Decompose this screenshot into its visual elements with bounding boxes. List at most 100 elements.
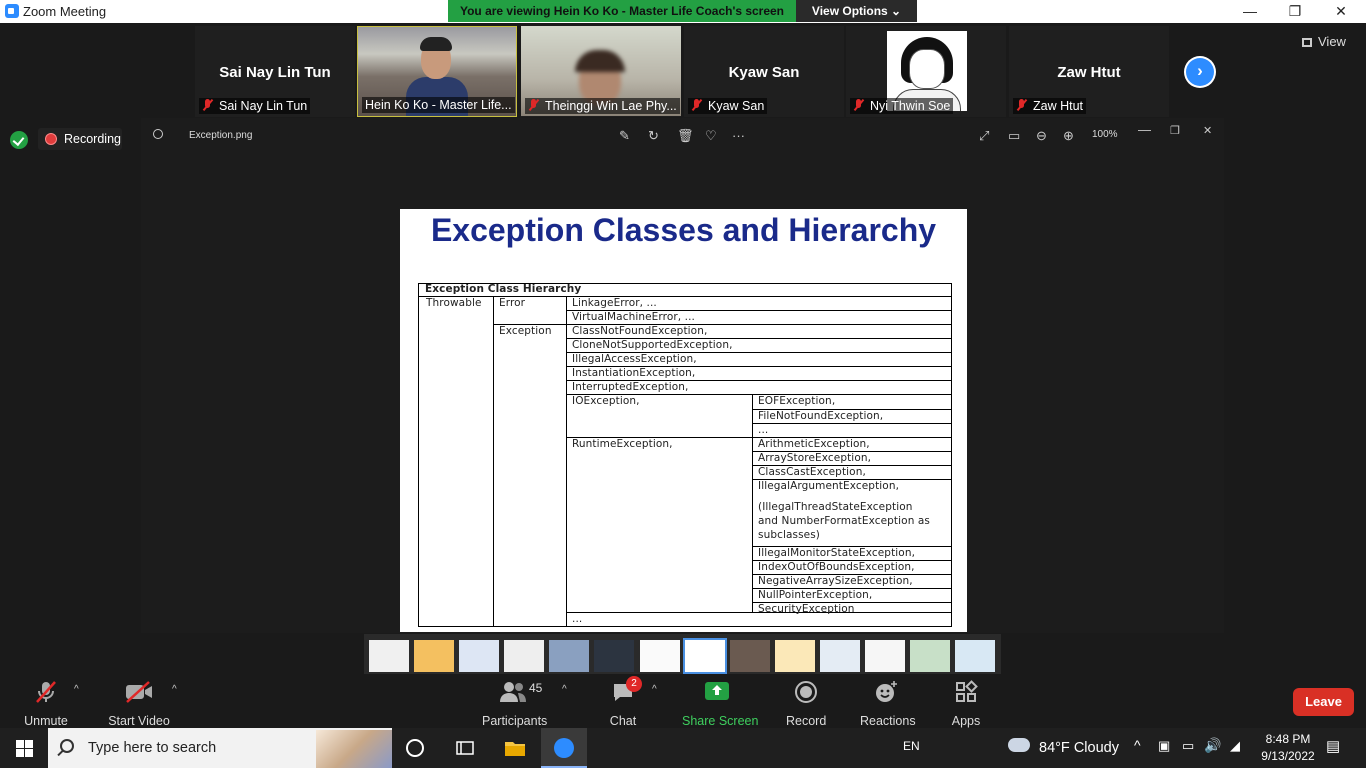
table-cell: ArithmeticException, (758, 438, 870, 450)
delete-icon[interactable]: 🗑 (677, 128, 694, 144)
clock-date[interactable]: 9/13/2022 (1254, 749, 1322, 763)
table-cell: ... (758, 424, 769, 436)
rotate-icon[interactable]: ↻ (648, 128, 659, 144)
table-cell: IndexOutOfBoundsException, (758, 561, 915, 573)
view-options-button[interactable]: View Options ⌄ (796, 0, 917, 22)
thumbnail[interactable] (910, 640, 950, 672)
viewer-restore-icon[interactable]: ❐ (1170, 124, 1180, 137)
participant-tile[interactable]: Zaw Htut Zaw Htut (1009, 26, 1169, 117)
table-cell: LinkageError, ... (572, 297, 657, 309)
chat-options-caret[interactable]: ^ (652, 684, 657, 695)
restore-button[interactable]: ❐ (1275, 2, 1315, 20)
encryption-shield-icon[interactable] (10, 131, 28, 149)
record-icon (786, 680, 826, 704)
show-hidden-icons-icon[interactable]: ^ (1134, 737, 1141, 753)
start-video-button[interactable]: Start Video (108, 680, 170, 728)
thumbnail[interactable] (459, 640, 499, 672)
thumbnail[interactable] (594, 640, 634, 672)
zoom-level: 100% (1092, 129, 1118, 140)
zoom-in-icon[interactable]: ⊕ (1063, 128, 1074, 144)
viewer-minimize-icon[interactable]: — (1138, 122, 1151, 137)
participant-tile[interactable]: Theinggi Win Lae Phy... (521, 26, 681, 117)
thumbnail[interactable] (504, 640, 544, 672)
windows-taskbar: Type here to search EN 84°F Cloudy ^ ▣ ▭… (0, 728, 1366, 768)
audio-options-caret[interactable]: ^ (74, 684, 79, 695)
cortana-icon[interactable] (406, 739, 424, 757)
table-cell: ArrayStoreException, (758, 452, 872, 464)
network-icon[interactable]: ◢ (1230, 738, 1240, 754)
thumbnail[interactable] (369, 640, 409, 672)
reactions-button[interactable]: Reactions (860, 680, 916, 728)
more-icon[interactable]: ··· (732, 128, 745, 143)
thumbnail[interactable] (955, 640, 995, 672)
thumbnail[interactable] (640, 640, 680, 672)
battery-icon[interactable]: ▭ (1182, 738, 1194, 754)
table-cell: IllegalMonitorStateException, (758, 547, 916, 559)
participant-strip: Sai Nay Lin Tun Sai Nay Lin Tun Hein Ko … (0, 23, 1366, 118)
thumbnail[interactable] (820, 640, 860, 672)
clock-time[interactable]: 8:48 PM (1254, 732, 1322, 746)
input-language[interactable]: EN (903, 739, 920, 753)
chat-button[interactable]: 2 Chat (608, 676, 642, 728)
zoom-app-icon (5, 4, 19, 18)
viewing-banner: You are viewing Hein Ko Ko - Master Life… (448, 0, 796, 22)
table-title: Exception Class Hierarchy (425, 283, 582, 295)
participant-name: Kyaw San (728, 64, 800, 81)
video-options-caret[interactable]: ^ (172, 684, 177, 695)
expand-icon[interactable]: ⤢ (979, 128, 989, 144)
volume-icon[interactable]: 🔊 (1204, 737, 1221, 754)
chevron-right-icon: › (1197, 61, 1203, 80)
weather-widget[interactable]: 84°F Cloudy (1039, 740, 1119, 756)
meet-now-icon[interactable]: ▣ (1158, 738, 1170, 754)
participant-tile[interactable]: Nyi Thwin Soe (846, 26, 1006, 117)
zoom-taskbar-button[interactable] (541, 728, 587, 768)
participant-tile-active-speaker[interactable]: Hein Ko Ko - Master Life... (357, 26, 517, 117)
participant-tile[interactable]: Sai Nay Lin Tun Sai Nay Lin Tun (195, 26, 355, 117)
error-cell: Error (499, 297, 526, 309)
favorite-icon[interactable]: ♡ (705, 128, 717, 144)
minimize-button[interactable]: — (1230, 2, 1270, 20)
viewer-close-icon[interactable]: ✕ (1203, 124, 1212, 137)
record-button[interactable]: Record (786, 680, 826, 728)
windows-start-icon[interactable] (16, 740, 33, 757)
thumbnail[interactable] (549, 640, 589, 672)
taskbar-search-input[interactable]: Type here to search (48, 728, 392, 768)
video-off-icon (108, 680, 170, 704)
thumbnail-selected[interactable] (683, 638, 727, 674)
zoom-out-icon[interactable]: ⊖ (1036, 128, 1047, 144)
participants-button[interactable]: 45 Participants (482, 680, 547, 728)
table-cell: InstantiationException, (572, 367, 696, 379)
photos-app-icon (153, 129, 163, 139)
table-cell: FileNotFoundException, (758, 410, 884, 422)
thumbnail[interactable] (730, 640, 770, 672)
thumbnail[interactable] (414, 640, 454, 672)
participants-options-caret[interactable]: ^ (562, 684, 567, 695)
edit-icon[interactable]: ✎ (619, 128, 630, 144)
participant-label: Theinggi Win Lae Phy... (525, 98, 680, 114)
table-cell: ... (572, 613, 583, 625)
apps-icon (950, 680, 982, 704)
apps-button[interactable]: Apps (950, 680, 982, 728)
unmute-button[interactable]: Unmute (24, 680, 68, 728)
view-button[interactable]: View (1302, 34, 1346, 49)
window-title: Zoom Meeting (23, 4, 107, 19)
recording-indicator[interactable]: Recording (38, 128, 122, 150)
table-cell: CloneNotSupportedException, (572, 339, 733, 351)
share-screen-button[interactable]: Share Screen (682, 680, 758, 728)
file-explorer-icon[interactable] (504, 738, 525, 758)
participant-tile[interactable]: Kyaw San Kyaw San (684, 26, 844, 117)
notifications-icon[interactable]: ▤ (1326, 737, 1340, 755)
thumbnail[interactable] (775, 640, 815, 672)
thumbnail[interactable] (865, 640, 905, 672)
table-cell: EOFException, (758, 395, 836, 407)
task-view-icon[interactable] (455, 738, 475, 758)
fit-icon[interactable]: ▭ (1008, 128, 1020, 144)
participants-icon: 45 (482, 680, 544, 704)
close-button[interactable]: ✕ (1321, 2, 1361, 20)
search-icon (60, 739, 74, 753)
mic-muted-icon (1016, 99, 1027, 111)
next-page-button[interactable]: › (1184, 56, 1216, 88)
table-cell: and NumberFormatException as (758, 515, 930, 527)
table-cell: InterruptedException, (572, 381, 689, 393)
leave-button[interactable]: Leave (1293, 688, 1354, 716)
